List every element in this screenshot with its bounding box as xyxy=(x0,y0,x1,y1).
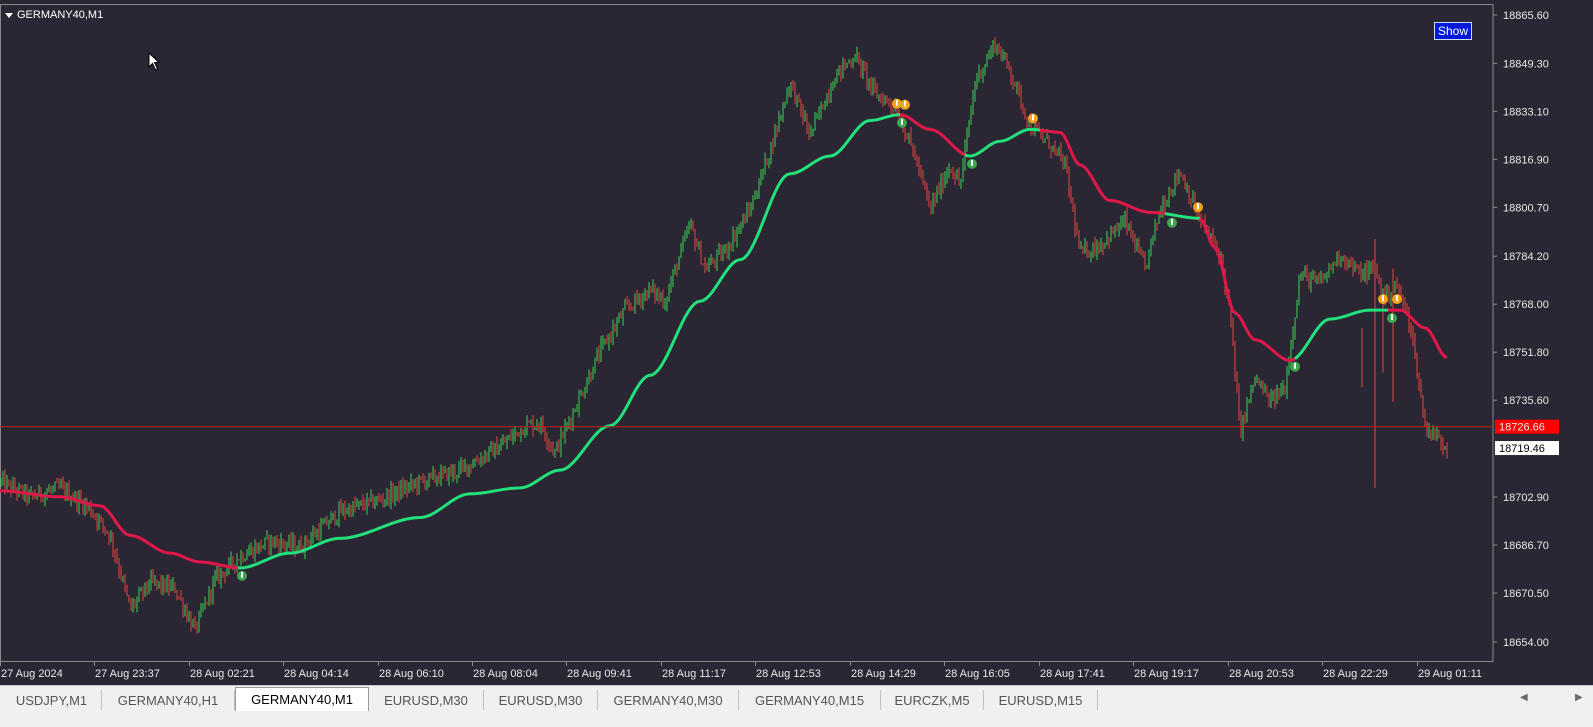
time-tick-label: 28 Aug 04:14 xyxy=(284,668,349,680)
signal-mark xyxy=(1197,203,1199,210)
time-tick-label: 28 Aug 17:41 xyxy=(1040,668,1105,680)
price-tick-label: 18751.80 xyxy=(1503,347,1549,359)
chart-tab-bar: USDJPY,M1 GERMANY40,H1 GERMANY40,M1 EURU… xyxy=(0,685,1593,714)
time-tick-label: 28 Aug 20:53 xyxy=(1229,668,1294,680)
time-tick-label: 28 Aug 22:29 xyxy=(1323,668,1388,680)
price-tick-label: 18865.60 xyxy=(1503,10,1549,22)
time-tick-label: 28 Aug 09:41 xyxy=(567,668,632,680)
moving-average-segment-6 xyxy=(1198,217,1296,362)
moving-average-segment-1 xyxy=(238,113,900,570)
time-tick-label: 28 Aug 19:17 xyxy=(1134,668,1199,680)
chart-symbol-label[interactable]: GERMANY40,M1 xyxy=(5,9,103,21)
tab-eurusd-m15[interactable]: EURUSD,M15 xyxy=(984,690,1098,710)
ask-price-label: 18726.66 xyxy=(1499,422,1545,434)
price-tick-label: 18735.60 xyxy=(1503,395,1549,407)
moving-average-segment-0 xyxy=(0,489,239,570)
tab-usdjpy-m1[interactable]: USDJPY,M1 xyxy=(2,690,102,710)
signal-mark xyxy=(1391,314,1393,321)
price-tick-label: 18654.00 xyxy=(1503,637,1549,649)
tab-scroll-right-icon[interactable]: ▶ xyxy=(1575,692,1583,703)
tab-germany40-m1[interactable]: GERMANY40,M1 xyxy=(235,687,369,711)
time-tick-label: 28 Aug 02:21 xyxy=(190,668,255,680)
moving-average-segment-4 xyxy=(1039,128,1166,216)
time-tick-label: 27 Aug 2024 xyxy=(1,668,63,680)
status-strip xyxy=(0,713,1593,727)
tab-eurusd-m30-2[interactable]: EURUSD,M30 xyxy=(484,690,598,710)
signal-mark xyxy=(1382,295,1384,302)
time-tick-label: 28 Aug 11:17 xyxy=(662,668,726,680)
signal-mark xyxy=(971,159,973,166)
signal-mark xyxy=(904,100,906,107)
price-tick-label: 18833.10 xyxy=(1503,106,1549,118)
candles-group xyxy=(0,37,1448,635)
moving-average-segment-7 xyxy=(1294,308,1388,360)
dropdown-triangle-icon[interactable] xyxy=(5,12,13,18)
signal-mark xyxy=(241,571,243,578)
tab-eurusd-m30[interactable]: EURUSD,M30 xyxy=(369,690,484,710)
price-tick-label: 18849.30 xyxy=(1503,58,1549,70)
price-tick-label: 18816.90 xyxy=(1503,154,1549,166)
signal-mark xyxy=(896,99,898,106)
show-button[interactable]: Show xyxy=(1434,22,1472,40)
moving-average-segment-5 xyxy=(1164,212,1201,220)
signal-mark xyxy=(1032,114,1034,121)
chart-window[interactable]: 18865.60 18849.30 18833.10 18816.90 18800.70… xyxy=(0,0,1593,685)
price-chart[interactable]: 18865.60 18849.30 18833.10 18816.90 18800.70… xyxy=(0,0,1593,685)
bid-price-label: 18719.46 xyxy=(1499,443,1545,455)
moving-average-segment-2 xyxy=(899,113,966,157)
symbol-text: GERMANY40,M1 xyxy=(17,9,104,21)
time-tick-label: 29 Aug 01:11 xyxy=(1418,668,1482,680)
price-tick-label: 18670.50 xyxy=(1503,588,1549,600)
time-tick-label: 28 Aug 08:04 xyxy=(473,668,538,680)
mouse-cursor-icon xyxy=(148,52,161,71)
time-tick-label: 28 Aug 16:05 xyxy=(945,668,1010,680)
time-tick-label: 28 Aug 12:53 xyxy=(756,668,821,680)
tab-germany40-h1[interactable]: GERMANY40,H1 xyxy=(102,690,235,710)
price-tick-label: 18768.00 xyxy=(1503,299,1549,311)
tab-scroll-left-icon[interactable]: ◀ xyxy=(1520,692,1528,703)
signal-mark xyxy=(901,118,903,125)
time-tick-label: 28 Aug 14:29 xyxy=(851,668,916,680)
price-tick-label: 18800.70 xyxy=(1503,202,1549,214)
signal-mark xyxy=(1171,218,1173,225)
moving-average-segment-3 xyxy=(964,127,1041,158)
signal-mark xyxy=(1396,295,1398,302)
time-tick-label: 28 Aug 06:10 xyxy=(379,668,444,680)
price-tick-label: 18686.70 xyxy=(1503,540,1549,552)
time-tick-label: 27 Aug 23:37 xyxy=(95,668,160,680)
price-tick-label: 18702.90 xyxy=(1503,492,1549,504)
tab-germany40-m30[interactable]: GERMANY40,M30 xyxy=(598,690,739,710)
price-tick-label: 18784.20 xyxy=(1503,251,1549,263)
tab-germany40-m15[interactable]: GERMANY40,M15 xyxy=(739,690,881,710)
tab-eurczk-m5[interactable]: EURCZK,M5 xyxy=(881,690,984,710)
signal-mark xyxy=(1294,362,1296,369)
plot-frame xyxy=(0,4,1494,662)
